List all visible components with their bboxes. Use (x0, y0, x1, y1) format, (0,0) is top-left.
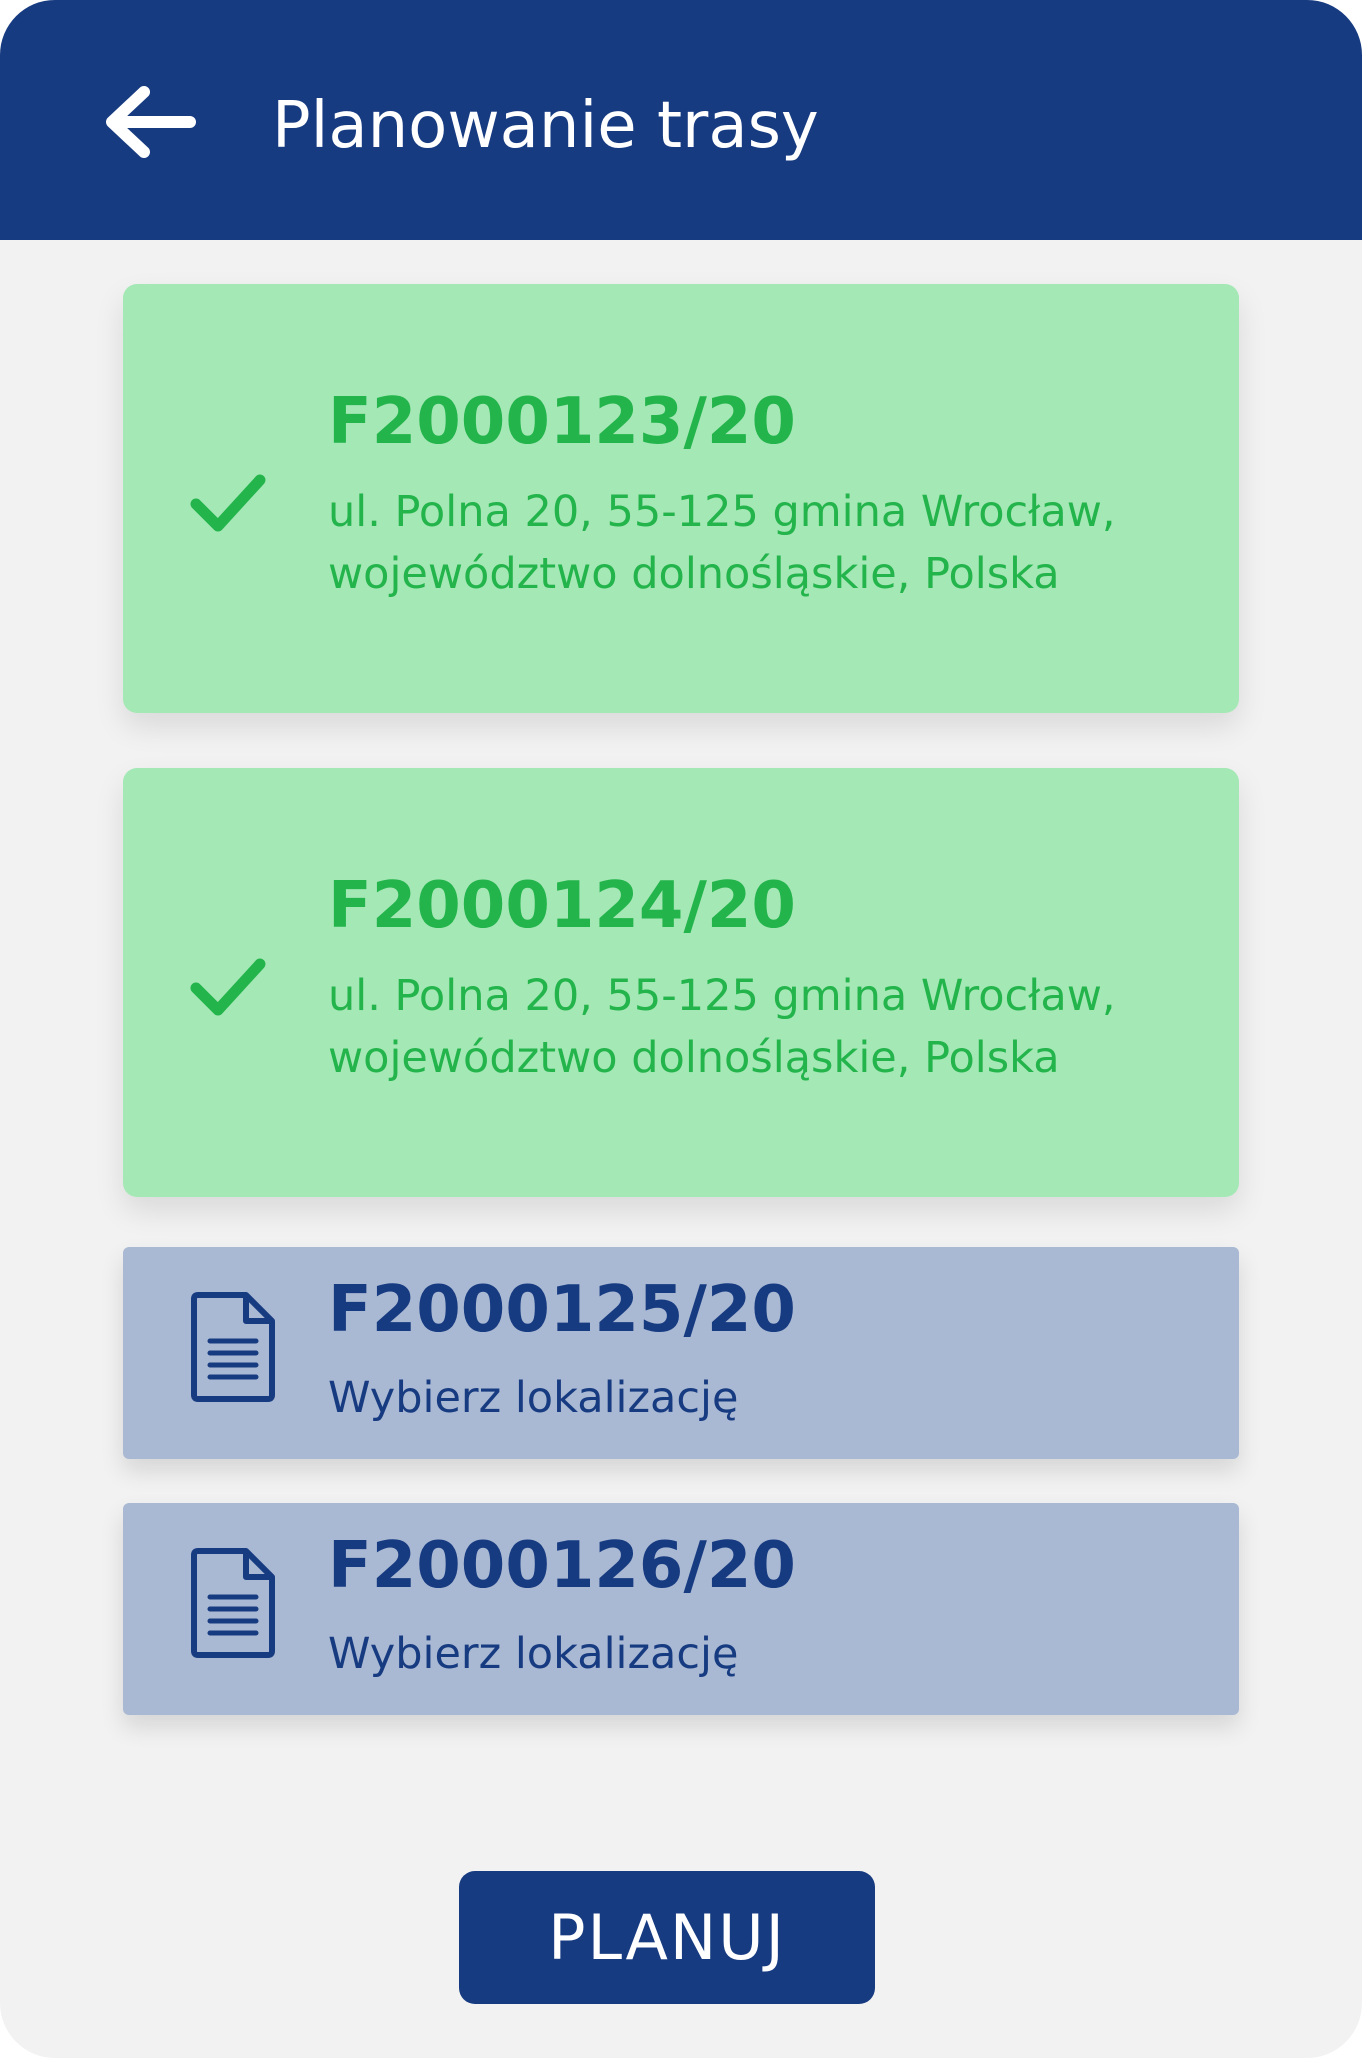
invoice-address-line2: województwo dolnośląskie, Polska (328, 1033, 1060, 1083)
invoice-number: F2000126/20 (328, 1529, 796, 1603)
location-hint: Wybierz lokalizację (328, 1629, 739, 1679)
invoice-card[interactable]: F2000123/20 ul. Polna 20, 55-125 gmina W… (123, 284, 1239, 713)
invoice-card[interactable]: F2000125/20 Wybierz lokalizację (123, 1247, 1239, 1459)
location-hint: Wybierz lokalizację (328, 1373, 739, 1423)
invoice-address-line1: ul. Polna 20, 55-125 gmina Wrocław, (328, 971, 1116, 1021)
invoice-address-line1: ul. Polna 20, 55-125 gmina Wrocław, (328, 487, 1116, 537)
arrow-left-icon (106, 86, 196, 158)
invoice-number: F2000125/20 (328, 1273, 796, 1347)
document-icon (188, 1545, 278, 1665)
app-header: Planowanie trasy (0, 0, 1362, 240)
check-icon (188, 954, 268, 1024)
invoice-card[interactable]: F2000126/20 Wybierz lokalizację (123, 1503, 1239, 1715)
invoice-number: F2000124/20 (328, 869, 796, 943)
back-button[interactable] (100, 80, 200, 164)
page-title: Planowanie trasy (272, 89, 819, 163)
document-icon (188, 1289, 278, 1409)
invoice-card[interactable]: F2000124/20 ul. Polna 20, 55-125 gmina W… (123, 768, 1239, 1197)
plan-button[interactable]: PLANUJ (459, 1871, 875, 2004)
app-screen: Planowanie trasy F2000123/20 ul. Polna 2… (0, 0, 1362, 2058)
check-icon (188, 470, 268, 540)
invoice-number: F2000123/20 (328, 385, 796, 459)
invoice-address-line2: województwo dolnośląskie, Polska (328, 549, 1060, 599)
